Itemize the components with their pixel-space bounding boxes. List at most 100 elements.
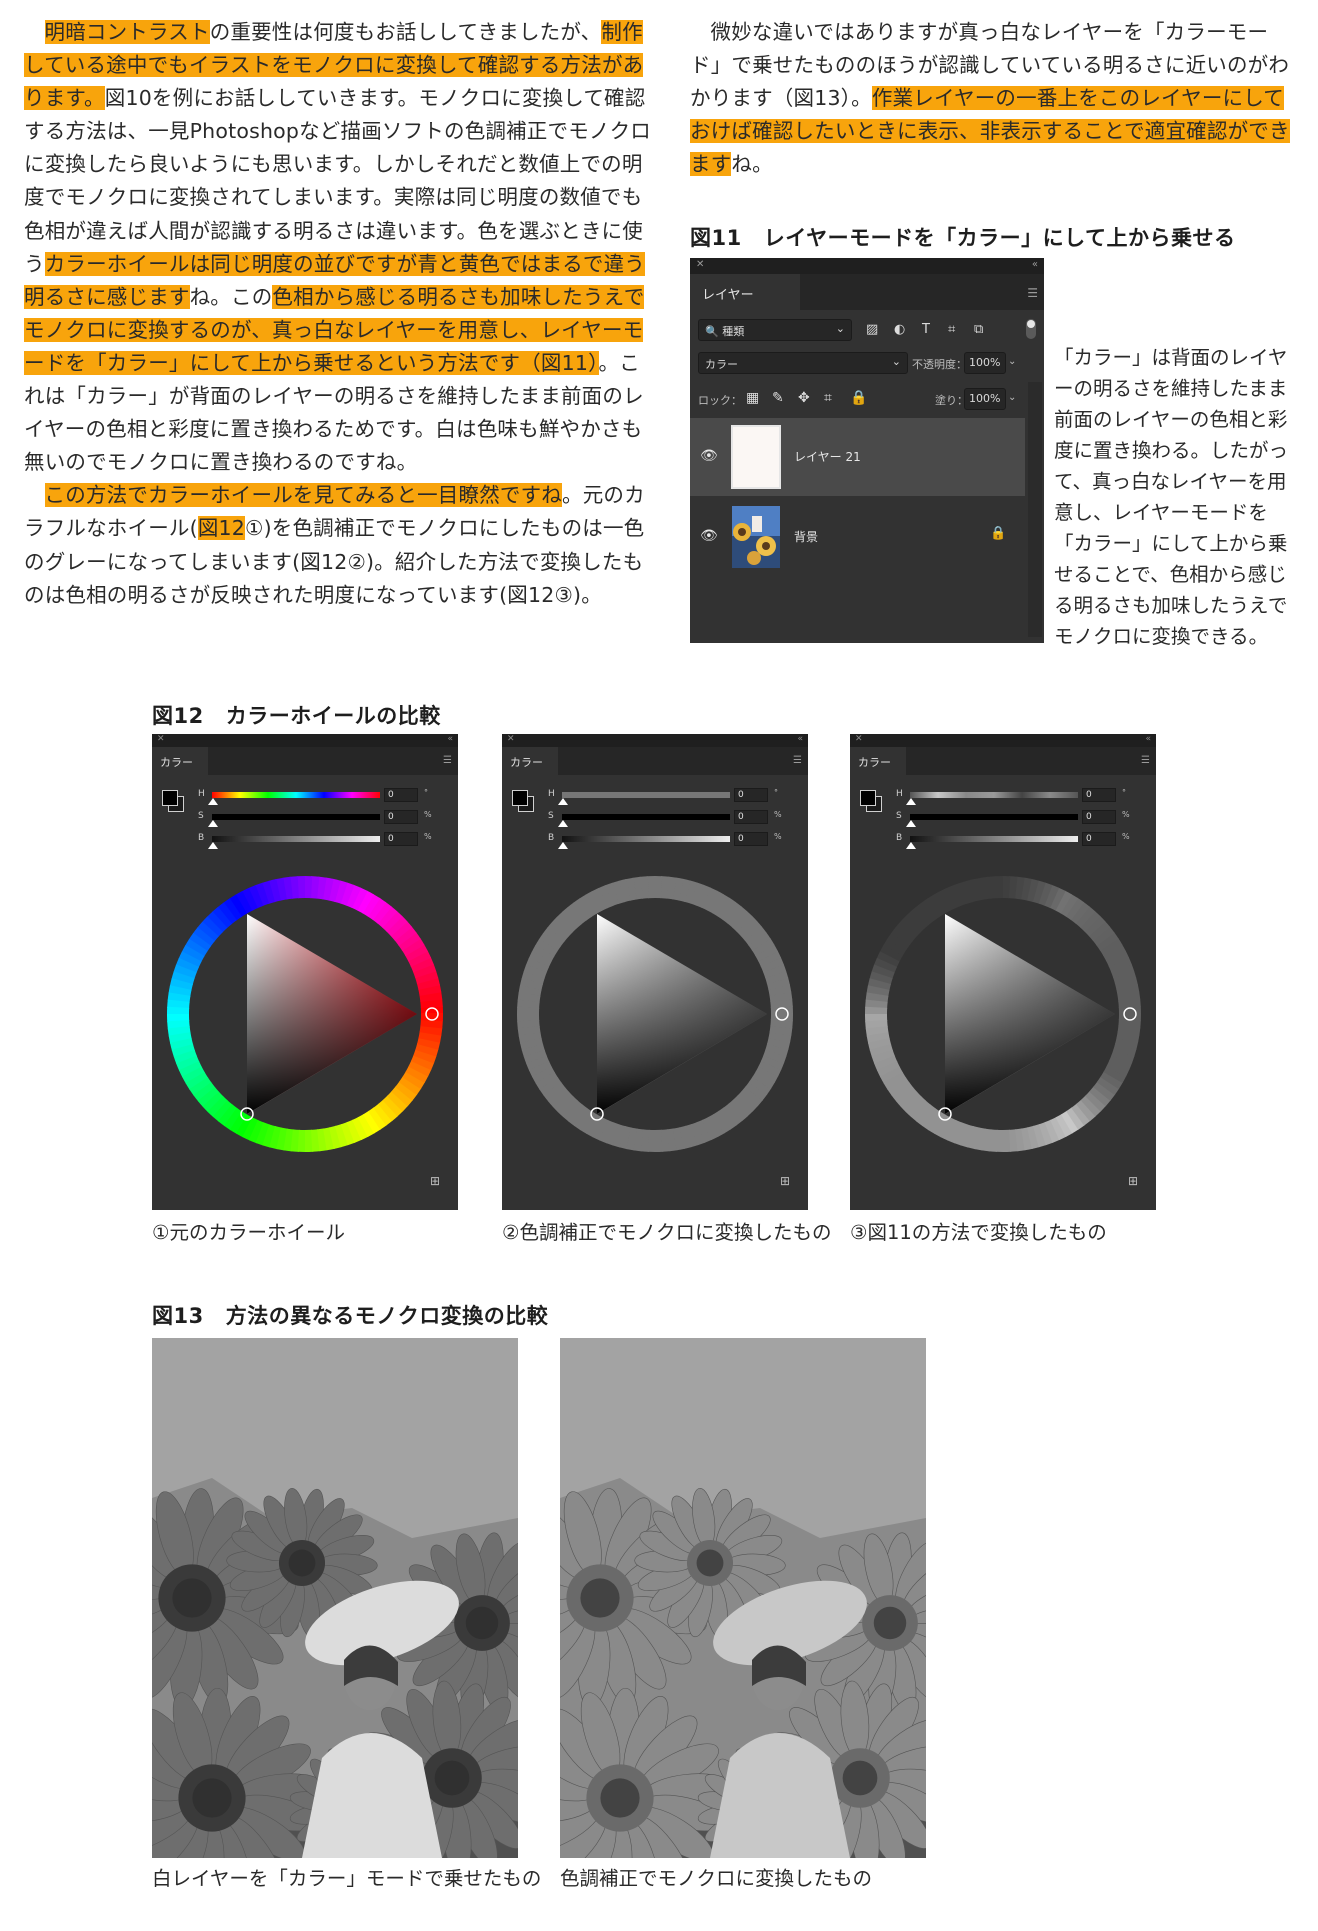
eye-icon[interactable]: 👁 — [700, 448, 718, 464]
close-icon[interactable]: ✕ — [507, 734, 515, 744]
scrollbar[interactable] — [1028, 382, 1042, 637]
b-unit-label: % — [774, 832, 782, 841]
b-slider[interactable] — [910, 836, 1078, 842]
h-value-field[interactable]: 0 — [384, 788, 418, 802]
foreground-swatch[interactable] — [860, 790, 876, 806]
color-wheel[interactable] — [502, 864, 808, 1164]
fig11-caption: 「カラー」は背面のレイヤーの明るさを維持したまま前面のレイヤーの色相と彩度に置き… — [1054, 346, 1289, 648]
lock-artboard-icon[interactable]: ⌗ — [824, 390, 832, 406]
b-value-field[interactable]: 0 — [384, 832, 418, 846]
b-slider[interactable] — [212, 836, 380, 842]
lock-brush-icon[interactable]: ✎ — [772, 390, 784, 406]
highlight: 明暗コントラスト — [44, 20, 210, 44]
filter-toggle[interactable] — [1026, 319, 1036, 339]
paragraph-1: 明暗コントラストの重要性は何度もお話ししてきましたが、制作している途中でもイラス… — [24, 20, 652, 475]
s-unit-label: % — [774, 810, 782, 819]
b-slider-thumb[interactable] — [906, 842, 916, 849]
h-slider[interactable] — [562, 792, 730, 798]
blend-row: カラー ⌄ 不透明度： 100% ⌄ — [690, 346, 1044, 382]
smart-object-filter-icon[interactable]: ⧉ — [974, 322, 983, 337]
b-slider-thumb[interactable] — [208, 842, 218, 849]
close-icon[interactable]: ✕ — [157, 734, 165, 744]
lock-icon: 🔒 — [990, 526, 1007, 541]
close-icon[interactable]: ✕ — [855, 734, 863, 744]
body-text-left: 明暗コントラストの重要性は何度もお話ししてきましたが、制作している途中でもイラス… — [24, 16, 656, 612]
b-value-field[interactable]: 0 — [734, 832, 768, 846]
panel-menu-icon[interactable]: ☰ — [793, 755, 802, 766]
foreground-swatch[interactable] — [162, 790, 178, 806]
collapse-icon[interactable]: « — [1032, 259, 1038, 270]
add-swatch-icon[interactable]: ⊞ — [430, 1174, 440, 1188]
paragraph-2: この方法でカラーホイールを見てみると一目瞭然ですね。元のカラフルなホイール(図1… — [24, 483, 645, 607]
b-slider-thumb[interactable] — [558, 842, 568, 849]
layers-panel: ✕ « レイヤー ☰ 🔍 種類 ⌄ ▨ ◐ T ⌗ ⧉ カラー ⌄ 不透明度： … — [690, 258, 1044, 643]
adjustment-filter-icon[interactable]: ◐ — [894, 322, 905, 337]
panel-menu-icon[interactable]: ☰ — [1027, 286, 1038, 300]
lock-all-icon[interactable]: 🔒 — [850, 390, 867, 406]
s-slider[interactable] — [910, 814, 1078, 820]
chevron-down-icon[interactable]: ⌄ — [1008, 352, 1022, 374]
s-value-field[interactable]: 0 — [734, 810, 768, 824]
b-value-field[interactable]: 0 — [1082, 832, 1116, 846]
tab-color[interactable]: カラー — [850, 747, 906, 775]
lock-transparent-icon[interactable]: ▦ — [746, 390, 759, 406]
h-slider-thumb[interactable] — [558, 798, 568, 805]
layer-name[interactable]: 背景 — [794, 528, 818, 545]
color-wheel[interactable] — [850, 864, 1156, 1164]
s-slider[interactable] — [212, 814, 380, 820]
s-slider[interactable] — [562, 814, 730, 820]
panel-tabs: レイヤー ☰ — [690, 274, 1044, 310]
collapse-icon[interactable]: « — [797, 734, 803, 744]
shape-filter-icon[interactable]: ⌗ — [948, 322, 955, 337]
pixel-filter-icon[interactable]: ▨ — [866, 322, 878, 337]
caption-color-mode: ③図11の方法で変換したもの — [850, 1221, 1107, 1244]
h-value-field[interactable]: 0 — [1082, 788, 1116, 802]
layer-row-white[interactable]: 👁 レイヤー 21 — [690, 418, 1025, 496]
tab-color[interactable]: カラー — [152, 747, 208, 775]
search-icon: 🔍 — [705, 325, 719, 338]
type-filter-icon[interactable]: T — [922, 322, 930, 337]
collapse-icon[interactable]: « — [1145, 734, 1151, 744]
color-panel-color-mode: ✕ «カラー ☰ H 0 ° S 0% B 0% ⊞ — [850, 734, 1156, 1210]
s-value-field[interactable]: 0 — [384, 810, 418, 824]
add-swatch-icon[interactable]: ⊞ — [1128, 1174, 1138, 1188]
lock-move-icon[interactable]: ✥ — [798, 390, 810, 406]
panel-titlebar: ✕ « — [690, 258, 1044, 274]
chevron-down-icon[interactable]: ⌄ — [1008, 388, 1022, 410]
caption-adjustment: 色調補正でモノクロに変換したもの — [560, 1867, 873, 1890]
h-value-field[interactable]: 0 — [734, 788, 768, 802]
s-slider-thumb[interactable] — [208, 820, 218, 827]
panel-tabs: カラー ☰ — [152, 747, 458, 775]
s-slider-thumb[interactable] — [558, 820, 568, 827]
sunflower-illustration — [560, 1338, 926, 1858]
color-wheel[interactable] — [152, 864, 458, 1164]
blend-mode-select[interactable]: カラー ⌄ — [698, 352, 908, 374]
h-slider-thumb[interactable] — [906, 798, 916, 805]
h-slider[interactable] — [910, 792, 1078, 798]
h-slider[interactable] — [212, 792, 380, 798]
h-slider-label: H — [896, 789, 903, 799]
s-unit-label: % — [424, 810, 432, 819]
close-icon[interactable]: ✕ — [696, 259, 704, 270]
panel-menu-icon[interactable]: ☰ — [1141, 755, 1150, 766]
b-slider[interactable] — [562, 836, 730, 842]
layer-thumbnail — [731, 425, 781, 489]
panel-menu-icon[interactable]: ☰ — [443, 755, 452, 766]
tab-layers[interactable]: レイヤー — [690, 274, 800, 310]
layer-name[interactable]: レイヤー 21 — [794, 448, 861, 465]
fig13-title: 図13 方法の異なるモノクロ変換の比較 — [152, 1304, 549, 1328]
kind-filter-select[interactable]: 🔍 種類 ⌄ — [698, 319, 852, 341]
fill-field[interactable]: 100% — [964, 388, 1006, 410]
foreground-swatch[interactable] — [512, 790, 528, 806]
collapse-icon[interactable]: « — [447, 734, 453, 744]
opacity-field[interactable]: 100% — [964, 352, 1006, 374]
s-slider-thumb[interactable] — [906, 820, 916, 827]
layer-row-background[interactable]: 👁 背景 🔒 — [690, 498, 1025, 576]
s-value-field[interactable]: 0 — [1082, 810, 1116, 824]
add-swatch-icon[interactable]: ⊞ — [780, 1174, 790, 1188]
tab-color[interactable]: カラー — [502, 747, 558, 775]
eye-icon[interactable]: 👁 — [700, 528, 718, 544]
h-slider-thumb[interactable] — [208, 798, 218, 805]
color-panel-adjusted: ✕ «カラー ☰ H 0 ° S 0% B 0% ⊞ — [502, 734, 808, 1210]
sunflower-thumbnail-image — [732, 506, 780, 568]
